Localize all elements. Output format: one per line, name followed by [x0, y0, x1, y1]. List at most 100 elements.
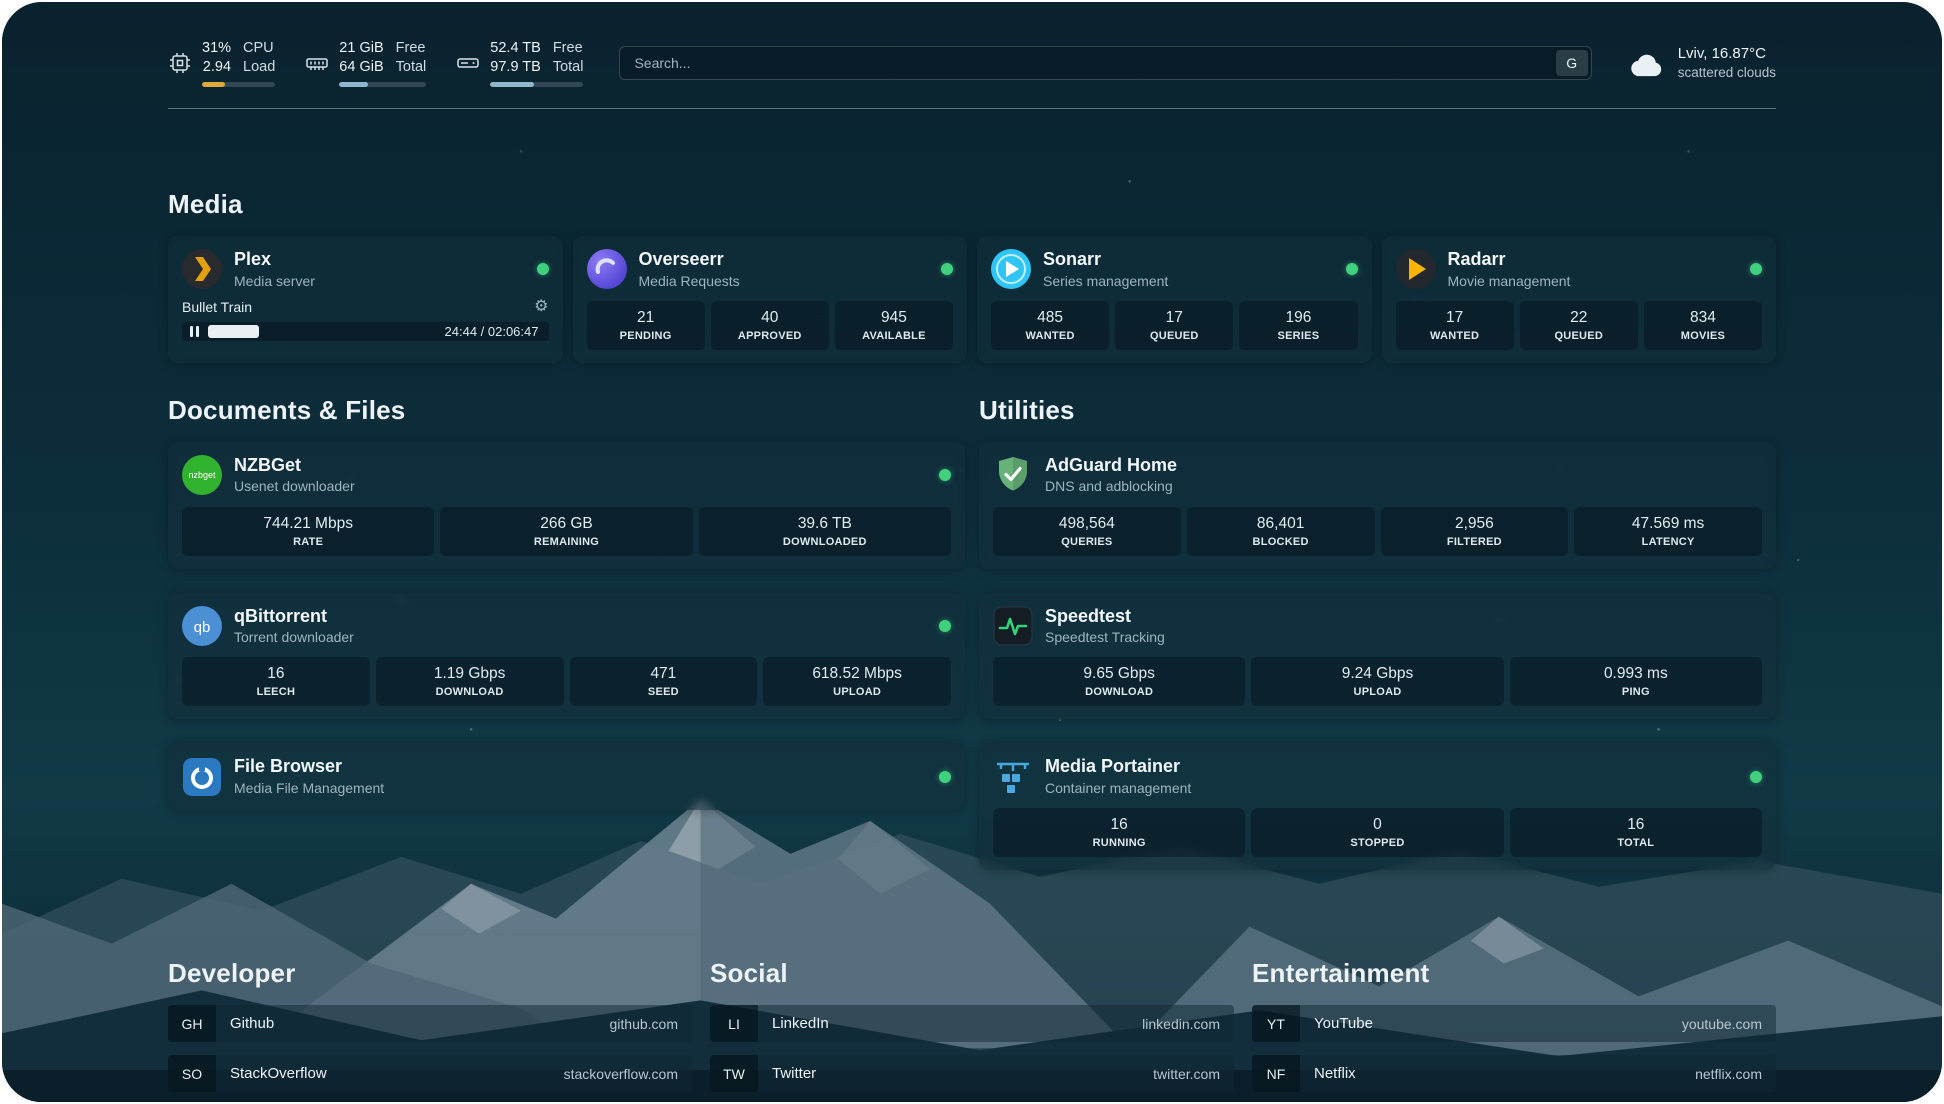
weather-location: Lviv, 16.87°C	[1678, 44, 1776, 64]
service-title: Media Portainer	[1045, 756, 1191, 778]
disk-free-value: 52.4 TB	[490, 39, 541, 58]
section-title-entertainment: Entertainment	[1252, 958, 1776, 989]
service-title: Radarr	[1448, 249, 1571, 271]
bookmark-name: Netflix	[1300, 1055, 1356, 1092]
bookmark-domain: youtube.com	[1682, 1005, 1776, 1042]
disk-icon	[456, 51, 480, 75]
header-divider	[168, 108, 1776, 109]
service-card-overseerr[interactable]: Overseerr Media Requests 21PENDING 40APP…	[573, 236, 968, 363]
gear-icon[interactable]: ⚙	[534, 299, 548, 315]
service-subtitle: Series management	[1043, 272, 1168, 290]
disk-progress-fill	[490, 82, 534, 87]
memory-total-label: Total	[396, 58, 427, 77]
section-media: Media Plex Media server	[168, 189, 1776, 363]
stat-running: 16RUNNING	[993, 808, 1245, 857]
adguard-icon	[993, 455, 1033, 495]
bookmark-group-entertainment: Entertainment YT YouTube youtube.com NF …	[1252, 958, 1776, 1102]
section-bookmarks: Developer GH Github github.com SO StackO…	[168, 958, 1776, 1102]
bookmark-netflix[interactable]: NF Netflix netflix.com	[1252, 1055, 1776, 1092]
stat-rate: 744.21 MbpsRATE	[182, 507, 434, 556]
bookmark-twitter[interactable]: TW Twitter twitter.com	[710, 1055, 1234, 1092]
bookmark-domain: stackoverflow.com	[564, 1055, 692, 1092]
memory-icon	[305, 51, 329, 75]
cpu-progress-fill	[202, 82, 225, 87]
status-dot	[939, 469, 951, 481]
stat-queries: 498,564QUERIES	[993, 507, 1181, 556]
memory-total-value: 64 GiB	[339, 58, 383, 77]
stat-pending: 21PENDING	[587, 301, 705, 350]
portainer-icon	[993, 757, 1033, 797]
stat-movies: 834MOVIES	[1644, 301, 1762, 350]
service-card-plex[interactable]: Plex Media server Bullet Train ⚙ 24:44 /…	[168, 236, 563, 363]
bookmark-abbr: TW	[710, 1055, 758, 1092]
service-subtitle: Torrent downloader	[234, 628, 354, 646]
bookmark-name: StackOverflow	[216, 1055, 327, 1092]
bookmark-stackoverflow[interactable]: SO StackOverflow stackoverflow.com	[168, 1055, 692, 1092]
stat-blocked: 86,401BLOCKED	[1187, 507, 1375, 556]
service-card-speedtest[interactable]: Speedtest Speedtest Tracking 9.65 GbpsDO…	[979, 593, 1776, 720]
section-utilities: Utilities	[979, 395, 1776, 870]
playback-progress-bar[interactable]: 24:44 / 02:06:47	[182, 322, 549, 341]
bookmark-abbr: SO	[168, 1055, 216, 1092]
section-title-utilities: Utilities	[979, 395, 1776, 426]
service-card-portainer[interactable]: Media Portainer Container management 16R…	[979, 743, 1776, 870]
qbittorrent-icon: qb	[182, 606, 222, 646]
stat-filtered: 2,956FILTERED	[1381, 507, 1569, 556]
service-card-sonarr[interactable]: Sonarr Series management 485WANTED 17QUE…	[977, 236, 1372, 363]
service-title: Speedtest	[1045, 606, 1165, 628]
bookmark-name: LinkedIn	[758, 1005, 829, 1042]
memory-progress-fill	[339, 82, 368, 87]
search-input[interactable]	[619, 46, 1591, 80]
stat-upload: 9.24 GbpsUPLOAD	[1251, 657, 1503, 706]
bookmark-group-developer: Developer GH Github github.com SO StackO…	[168, 958, 692, 1102]
service-subtitle: Usenet downloader	[234, 477, 355, 495]
disk-total-label: Total	[553, 58, 584, 77]
cpu-load-value: 2.94	[202, 58, 231, 77]
svg-text:qb: qb	[194, 619, 211, 636]
disk-total-value: 97.9 TB	[490, 58, 541, 77]
bookmark-domain: linkedin.com	[1142, 1005, 1234, 1042]
bookmark-abbr: LI	[710, 1005, 758, 1042]
status-dot	[1346, 263, 1358, 275]
service-card-nzbget[interactable]: nzbget NZBGet Usenet downloader 744.21 M…	[168, 442, 965, 569]
search-engine-button[interactable]: G	[1556, 50, 1588, 76]
cloud-icon	[1628, 46, 1666, 80]
cpu-progress-bar	[202, 82, 275, 87]
filebrowser-icon	[182, 757, 222, 797]
cpu-icon	[168, 51, 192, 75]
stat-downloaded: 39.6 TBDOWNLOADED	[699, 507, 951, 556]
bookmark-name: Twitter	[758, 1055, 816, 1092]
section-documents: Documents & Files nzbget NZBGet Usenet d…	[168, 395, 965, 870]
service-title: NZBGet	[234, 455, 355, 477]
radarr-icon	[1396, 249, 1436, 289]
weather-condition: scattered clouds	[1678, 64, 1776, 82]
cpu-load-label: Load	[243, 58, 275, 77]
bookmark-name: Github	[216, 1005, 274, 1042]
header: 31% 2.94 CPU Load	[168, 32, 1776, 94]
bookmark-youtube[interactable]: YT YouTube youtube.com	[1252, 1005, 1776, 1042]
service-title: qBittorrent	[234, 606, 354, 628]
service-card-qbittorrent[interactable]: qb qBittorrent Torrent downloader 16LEEC…	[168, 593, 965, 720]
resource-widgets: 31% 2.94 CPU Load	[168, 39, 583, 87]
service-card-radarr[interactable]: Radarr Movie management 17WANTED 22QUEUE…	[1382, 236, 1777, 363]
cpu-widget: 31% 2.94 CPU Load	[168, 39, 275, 87]
stat-approved: 40APPROVED	[711, 301, 829, 350]
service-title: AdGuard Home	[1045, 455, 1177, 477]
stat-download: 1.19 GbpsDOWNLOAD	[376, 657, 564, 706]
stat-remaining: 266 GBREMAINING	[440, 507, 692, 556]
stat-queued: 22QUEUED	[1520, 301, 1638, 350]
cpu-label: CPU	[243, 39, 275, 58]
status-dot	[1750, 771, 1762, 783]
section-title-social: Social	[710, 958, 1234, 989]
bookmark-group-social: Social LI LinkedIn linkedin.com TW Twitt…	[710, 958, 1234, 1102]
memory-widget: 21 GiB 64 GiB Free Total	[305, 39, 426, 87]
bookmark-linkedin[interactable]: LI LinkedIn linkedin.com	[710, 1005, 1234, 1042]
pause-icon[interactable]	[190, 326, 199, 337]
bookmark-domain: twitter.com	[1153, 1055, 1234, 1092]
service-subtitle: Movie management	[1448, 272, 1571, 290]
service-card-filebrowser[interactable]: File Browser Media File Management	[168, 743, 965, 810]
service-card-adguard[interactable]: AdGuard Home DNS and adblocking 498,564Q…	[979, 442, 1776, 569]
bookmark-github[interactable]: GH Github github.com	[168, 1005, 692, 1042]
status-dot	[1750, 263, 1762, 275]
bookmark-name: YouTube	[1300, 1005, 1373, 1042]
